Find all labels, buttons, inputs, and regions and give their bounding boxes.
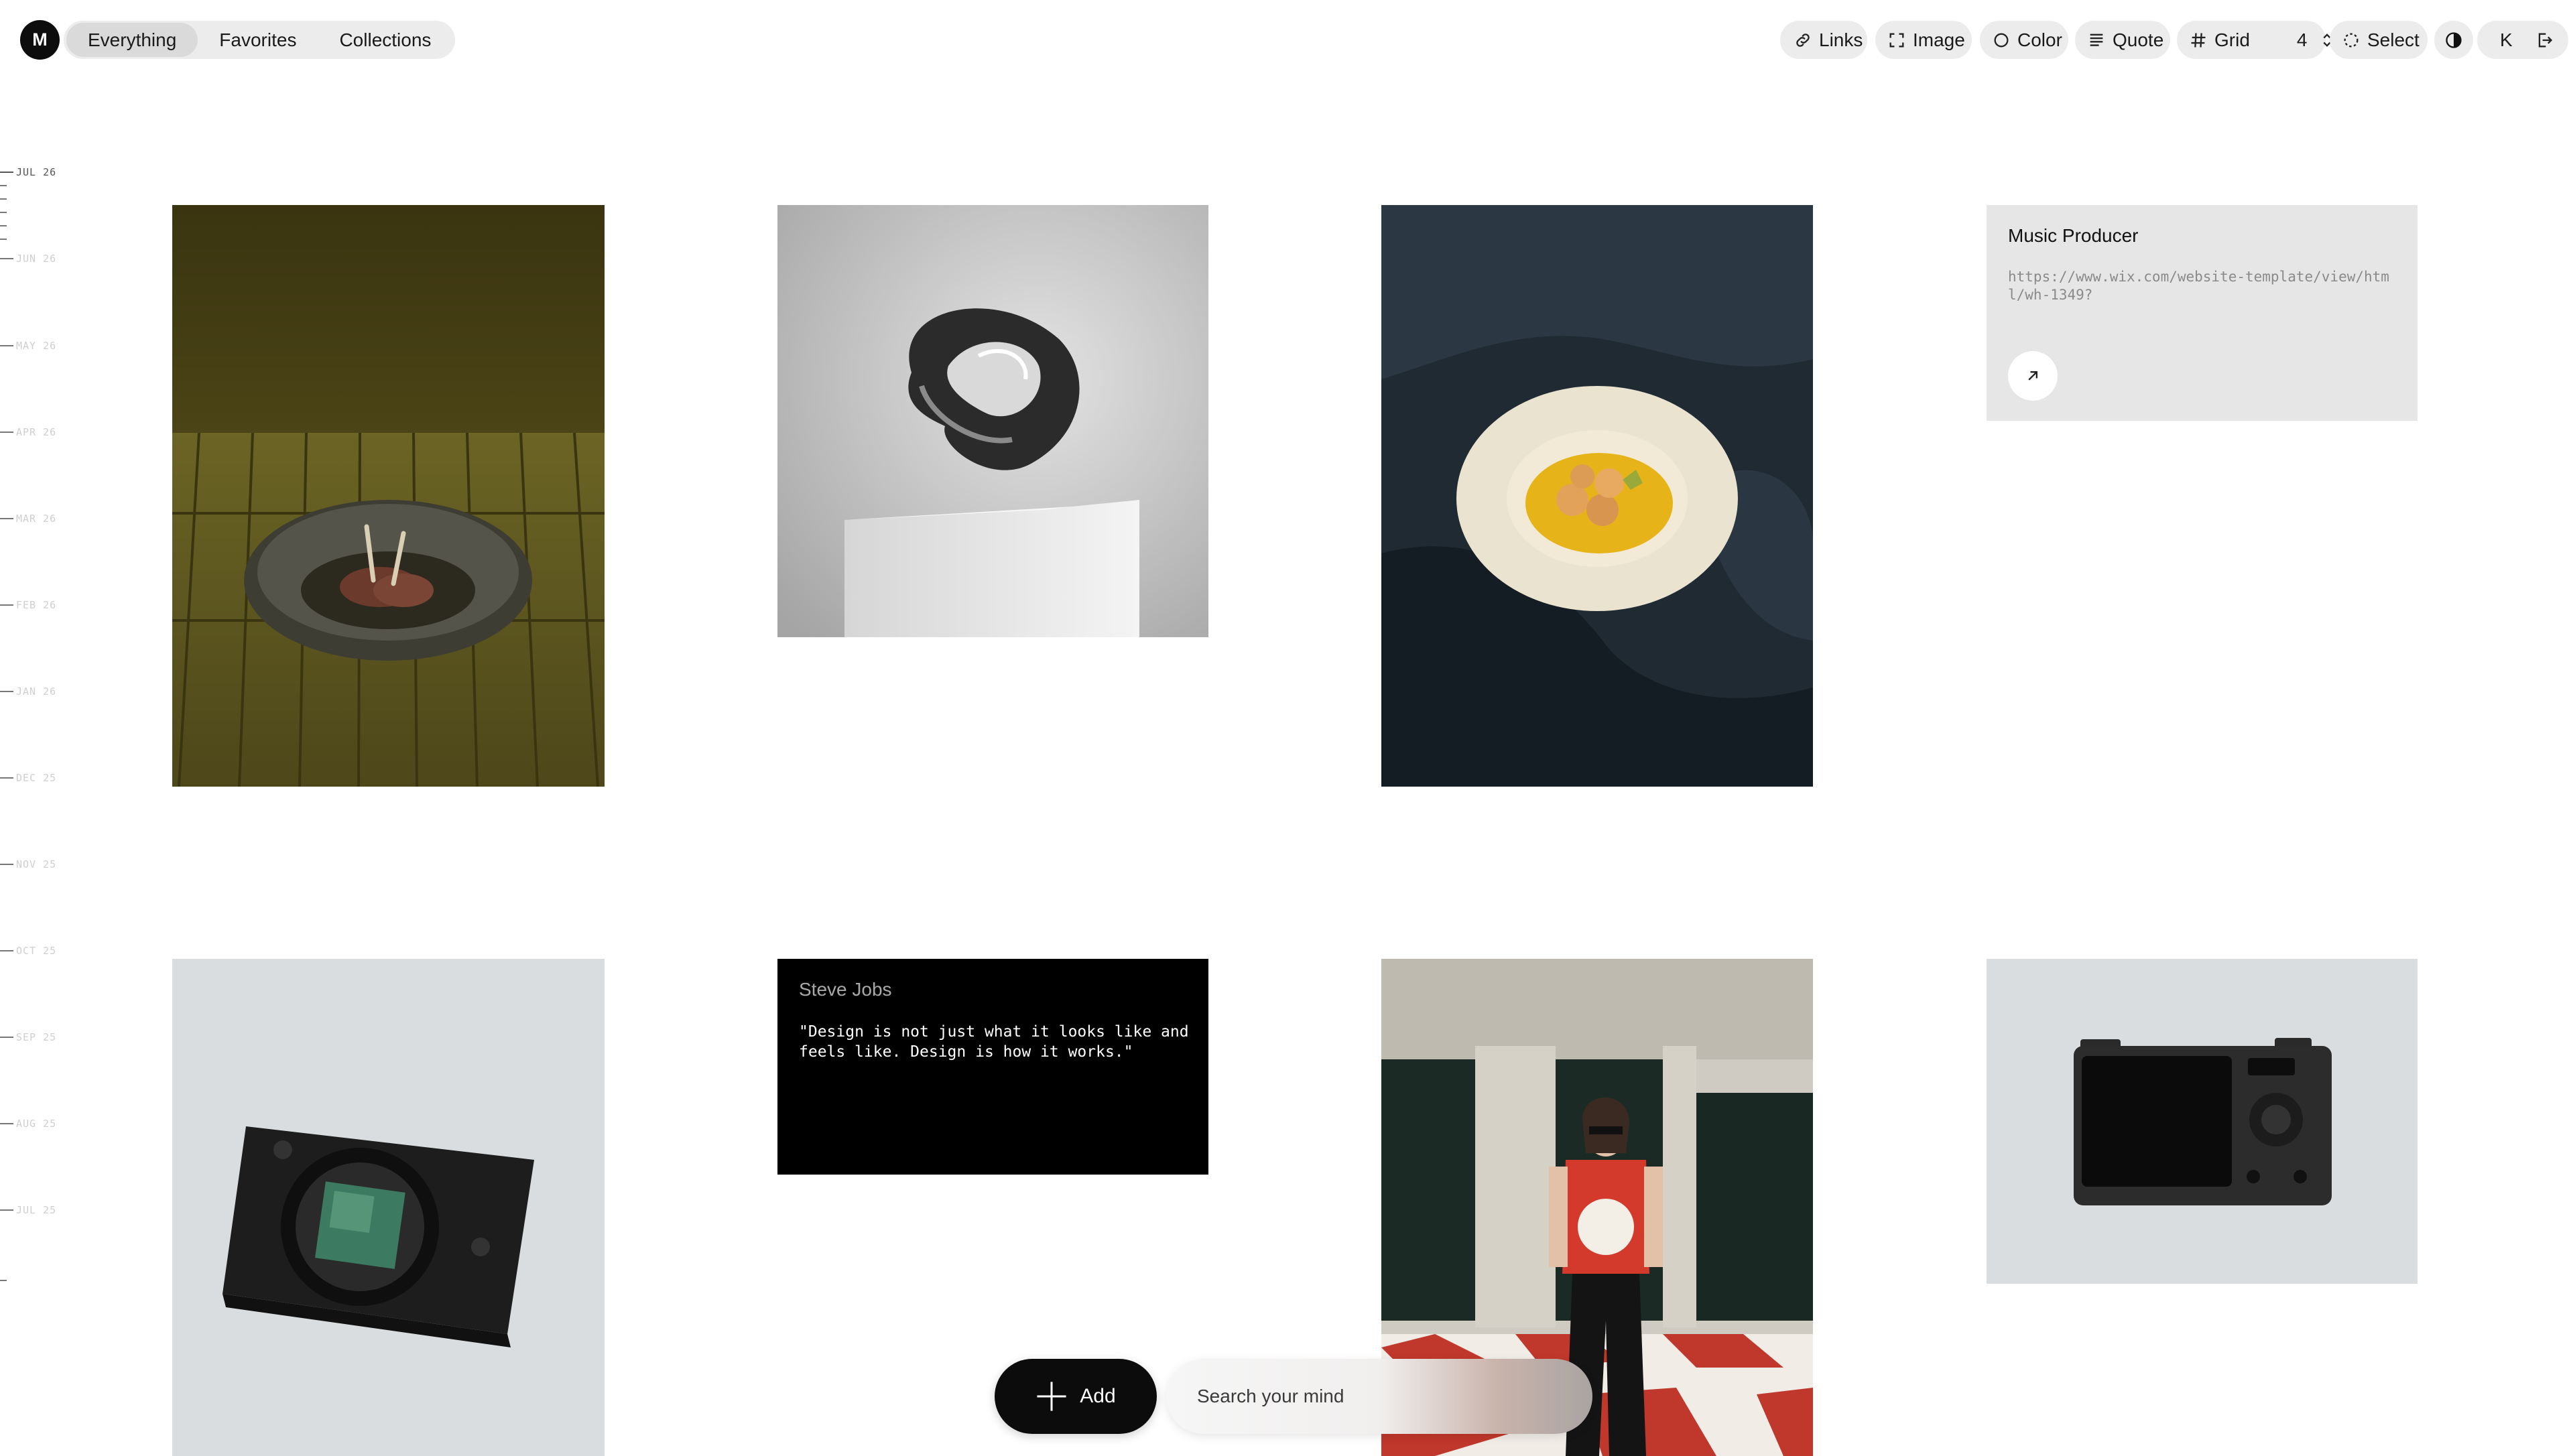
timeline-tick xyxy=(0,258,13,259)
account-controls: K xyxy=(2477,21,2568,59)
image-card-camera-render[interactable] xyxy=(172,959,605,1456)
timeline-scrubber[interactable]: JUL 26 JUN 26 MAY 26 APR 26 MAR 26 FEB 2… xyxy=(0,161,67,1286)
timeline-tick xyxy=(0,239,7,240)
timeline-label[interactable]: APR 26 xyxy=(16,426,56,438)
timeline-tick xyxy=(0,1209,13,1211)
timeline-tick xyxy=(0,432,13,433)
add-button[interactable]: Add xyxy=(995,1359,1157,1434)
link-card-title: Music Producer xyxy=(2008,225,2139,246)
scallops-image xyxy=(1381,205,1813,787)
image-card-digital-camera[interactable] xyxy=(1987,959,2417,1284)
timeline-label[interactable]: AUG 25 xyxy=(16,1118,56,1130)
timeline-label[interactable]: MAY 26 xyxy=(16,340,56,352)
timeline-tick xyxy=(0,518,13,519)
camera-render-image xyxy=(172,959,605,1456)
timeline-label[interactable]: JUL 26 xyxy=(16,166,56,178)
hash-icon xyxy=(2191,32,2206,48)
links-label: Links xyxy=(1819,29,1863,50)
timeline-tick xyxy=(0,225,7,226)
timeline-label[interactable]: JAN 26 xyxy=(16,685,56,698)
theme-toggle-button[interactable] xyxy=(2434,21,2473,59)
links-filter-button[interactable]: Links xyxy=(1780,21,1867,59)
view-tabs: Everything Favorites Collections xyxy=(64,21,456,59)
timeline-label[interactable]: OCT 25 xyxy=(16,945,56,957)
timeline-tick xyxy=(0,185,7,186)
timeline-tick xyxy=(0,198,7,200)
quote-label: Quote xyxy=(2113,29,2164,50)
grid-label[interactable]: Grid xyxy=(2214,29,2250,51)
image-card-scallops[interactable] xyxy=(1381,205,1813,787)
circle-icon xyxy=(1994,33,2009,47)
tab-everything[interactable]: Everything xyxy=(66,23,198,57)
timeline-tick xyxy=(0,1280,7,1281)
open-link-button[interactable] xyxy=(2008,351,2058,401)
search-input[interactable] xyxy=(1196,1385,1507,1408)
image-card-lamb-chops[interactable] xyxy=(172,205,605,787)
text-lines-icon xyxy=(2090,34,2103,46)
arrow-up-right-icon xyxy=(2028,371,2037,381)
tab-favorites[interactable]: Favorites xyxy=(198,23,318,57)
dashed-circle-icon xyxy=(2344,33,2359,47)
image-filter-button[interactable]: Image xyxy=(1875,21,1972,59)
timeline-tick xyxy=(0,172,13,173)
app-logo[interactable]: M xyxy=(20,20,60,60)
logout-icon[interactable] xyxy=(2535,31,2554,50)
search-bar[interactable] xyxy=(1166,1359,1592,1434)
select-label: Select xyxy=(2367,29,2420,50)
quote-author: Steve Jobs xyxy=(799,979,892,1000)
link-card-url: https://www.wix.com/website-template/vie… xyxy=(2008,269,2389,303)
timeline-label[interactable]: JUN 26 xyxy=(16,253,56,265)
timeline-tick xyxy=(0,1037,13,1038)
quote-filter-button[interactable]: Quote xyxy=(2075,21,2170,59)
timeline-tick xyxy=(0,950,13,951)
link-card-music-producer[interactable]: Music Producer https://www.wix.com/websi… xyxy=(1987,205,2417,421)
contrast-icon xyxy=(2446,31,2462,48)
timeline-label[interactable]: NOV 25 xyxy=(16,858,56,870)
image-label: Image xyxy=(1913,29,1965,50)
add-label: Add xyxy=(1080,1385,1116,1407)
color-filter-button[interactable]: Color xyxy=(1980,21,2068,59)
link-icon xyxy=(1796,33,1810,47)
shortcut-k-button[interactable]: K xyxy=(2500,29,2513,51)
timeline-label[interactable]: JUL 25 xyxy=(16,1204,56,1216)
timeline-tick xyxy=(0,1123,13,1124)
grid-layout-control: Grid 4 xyxy=(2177,21,2331,59)
sculpture-image xyxy=(777,205,1208,637)
tab-collections[interactable]: Collections xyxy=(318,23,452,57)
frame-icon xyxy=(1889,33,1904,47)
timeline-tick xyxy=(0,212,7,213)
plus-icon xyxy=(1037,1382,1066,1411)
timeline-label[interactable]: FEB 26 xyxy=(16,599,56,611)
image-card-chrome-sculpture[interactable] xyxy=(777,205,1208,637)
digital-camera-image xyxy=(1987,959,2417,1284)
timeline-label[interactable]: DEC 25 xyxy=(16,772,56,784)
timeline-tick xyxy=(0,604,13,606)
timeline-label[interactable]: MAR 26 xyxy=(16,513,56,525)
select-button[interactable]: Select xyxy=(2330,21,2428,59)
timeline-tick xyxy=(0,345,13,346)
quote-card[interactable]: Steve Jobs "Design is not just what it l… xyxy=(777,959,1208,1175)
timeline-tick xyxy=(0,691,13,692)
quote-text: "Design is not just what it looks like a… xyxy=(799,1023,1189,1061)
timeline-label[interactable]: SEP 25 xyxy=(16,1031,56,1043)
color-label: Color xyxy=(2017,29,2062,50)
timeline-tick xyxy=(0,864,13,865)
grid-column-count[interactable]: 4 xyxy=(2297,29,2308,51)
lamb-dish-image xyxy=(172,205,605,787)
timeline-tick xyxy=(0,777,13,779)
